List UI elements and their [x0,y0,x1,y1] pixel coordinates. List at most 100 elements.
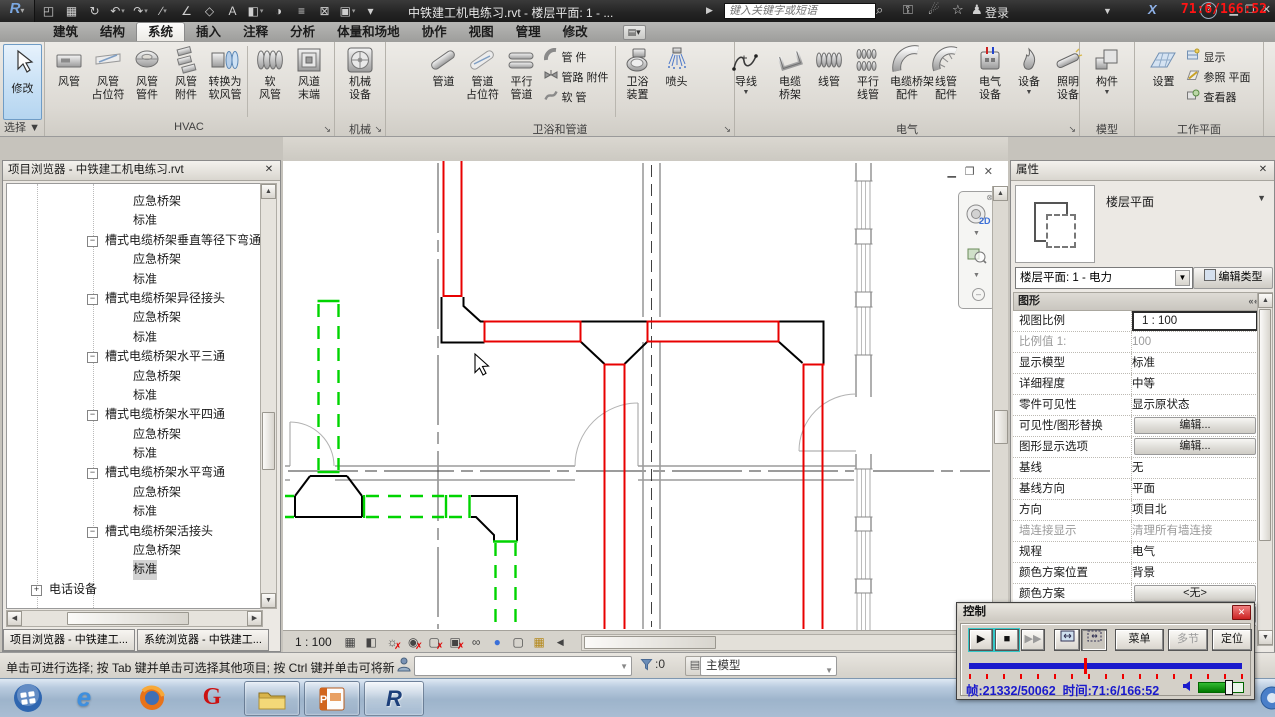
wheel-dropdown-icon[interactable]: ▼ [973,230,980,237]
tree-item[interactable]: 标准 [7,328,262,347]
windows[interactable] [854,181,873,630]
volume-slider[interactable] [1198,682,1244,693]
floor-plan-view[interactable]: ▁ ❐ ✕ ⊗ 2D ▼ ▼ – ▲ ▼ [283,161,1008,630]
property-button-图形显示选项[interactable]: 编辑... [1134,438,1256,455]
combo-arrow-icon[interactable]: ▼ [1175,270,1190,286]
switch-windows-icon[interactable]: ▣▾ [339,3,356,20]
edit-type-button[interactable]: 编辑类型 [1193,267,1273,289]
tree-expander-icon[interactable]: + [31,585,42,596]
sign-in-button[interactable]: 登录 [985,4,1009,21]
tree-item[interactable]: +电话设备 [7,580,262,599]
button-软管[interactable]: 软 管 [541,87,611,106]
view-close-button[interactable]: ✕ [984,166,993,178]
type-selector-dropdown-icon[interactable]: ▼ [1257,193,1266,203]
default-3d-view-icon[interactable]: ◧▾ [247,3,264,20]
panel-label-模型[interactable]: 模型 [1080,121,1134,135]
signin-dropdown-icon[interactable]: ▼ [1103,6,1112,16]
measure-icon[interactable]: ∕▾ [155,3,172,20]
button-风管[interactable]: 风管 [50,43,88,120]
browser-tab-0[interactable]: 项目浏览器 - 中铁建工... [3,629,135,651]
thin-lines-icon[interactable]: ≡ [293,3,310,20]
communication-center-icon[interactable]: ☄ [928,2,940,18]
button-线管配件[interactable]: 线管配件 [927,43,965,120]
redo-icon[interactable]: ↷▾ [132,3,149,20]
scroll-left-icon[interactable]: ◀ [552,634,569,651]
design-options-combo[interactable]: ▼ [414,656,632,676]
button-风道末端[interactable]: 风道末端 [290,43,328,120]
dialog-launcher-icon[interactable]: ↘ [374,124,382,135]
tree-item[interactable]: 标准 [7,444,262,463]
playback-progress-bar[interactable] [969,663,1242,669]
canvas-vertical-scrollbar[interactable]: ▲ ▼ [992,186,1008,630]
browser-tab-1[interactable]: 系统浏览器 - 中铁建工... [137,629,269,651]
tree-expander-icon[interactable]: − [87,410,98,421]
sync-with-central-icon[interactable]: ↻ [86,3,103,20]
multi-section-button[interactable]: 多节 [1168,629,1208,651]
button-风管管件[interactable]: 风管管件 [128,43,166,120]
tree-expander-icon[interactable]: − [87,236,98,247]
locate-button[interactable]: 定位 [1212,629,1252,651]
play-button[interactable]: ▶ [969,629,993,651]
button-平行管道[interactable]: 平行管道 [502,43,540,120]
text-icon[interactable]: A [224,3,241,20]
dialog-launcher-icon[interactable]: ↘ [1068,124,1076,135]
tree-item[interactable]: 应急桥架 [7,483,262,502]
tab-修改[interactable]: 修改 [552,22,599,42]
tree-expander-icon[interactable]: − [87,468,98,479]
taskbar-revit[interactable]: R [364,681,424,716]
panel-label-卫浴和管道[interactable]: 卫浴和管道 [386,121,734,135]
recorder-control-window[interactable]: 控制 ✕ ▶ ■ ▶▶ 菜单 多节 定位 帧:21332/50062 时间:71… [956,602,1255,700]
tree-expander-icon[interactable]: − [87,294,98,305]
button-软风管[interactable]: 软风管 [251,43,289,120]
view-restore-button[interactable]: ❐ [965,166,975,178]
worksharing-icon[interactable] [396,657,412,676]
tree-item[interactable]: −槽式电缆桥架异径接头 [7,289,262,308]
cable-trays-emergency[interactable] [285,301,518,629]
panel-label-电气[interactable]: 电气 [735,121,1079,135]
taskbar-start[interactable] [6,681,50,714]
tree-item[interactable]: 标准 [7,502,262,521]
section-icon[interactable]: ◑ [270,3,287,20]
tree-item[interactable]: −槽式电缆桥架活接头 [7,522,262,541]
tree-item[interactable]: 标准 [7,270,262,289]
crop-view-icon[interactable]: ▢✗ [426,634,443,651]
tree-expander-icon[interactable]: − [87,527,98,538]
control-close-button[interactable]: ✕ [1232,605,1251,620]
tab-插入[interactable]: 插入 [185,22,232,42]
user-icon[interactable]: ♟ [971,2,983,18]
button-导线[interactable]: 导线▼ [727,43,765,120]
tab-建筑[interactable]: 建筑 [42,22,89,42]
search-icon[interactable]: ⌕ [876,2,883,18]
application-menu-button[interactable]: R▾ [0,0,35,22]
dialog-launcher-icon[interactable]: ↘ [723,124,731,135]
button-平行线管[interactable]: 平行线管 [849,43,887,120]
tree-item[interactable]: 应急桥架 [7,250,262,269]
tab-分析[interactable]: 分析 [279,22,326,42]
view-scale-button[interactable]: 1 : 100 [295,635,332,649]
button-电缆桥架[interactable]: 电缆桥架 [771,43,809,120]
tab-管理[interactable]: 管理 [505,22,552,42]
taskbar-cad-viewer[interactable]: G [190,681,234,714]
button-风管附件[interactable]: 风管附件 [167,43,205,120]
tab-注释[interactable]: 注释 [232,22,279,42]
button-管道[interactable]: 管道 [424,43,462,120]
tab-系统[interactable]: 系统 [136,22,185,41]
button-喷头[interactable]: 喷头 [658,43,696,120]
tree-item[interactable]: 应急桥架 [7,425,262,444]
button-卫浴装置[interactable]: 卫浴装置 [619,43,657,120]
taskbar-firefox[interactable] [130,681,174,714]
project-browser-close-icon[interactable]: ✕ [262,163,276,177]
button-查看器[interactable]: 查看器 [1183,87,1253,106]
reveal-hidden-elements-icon[interactable]: ● [489,634,506,651]
project-browser-horizontal-scrollbar[interactable]: ◀ ▶ [6,610,263,627]
button-管件[interactable]: 管 件 [541,47,611,66]
tab-协作[interactable]: 协作 [411,22,458,42]
tag-by-category-icon[interactable]: ◇ [201,3,218,20]
active-workset-combo[interactable]: 主模型▼ [700,656,837,676]
open-icon[interactable]: ◰ [40,3,57,20]
subscription-key-icon[interactable]: ⚿ [903,2,913,18]
next-section-button[interactable]: ▶▶ [1021,629,1045,651]
show-crop-region-icon[interactable]: ▣✗ [447,634,464,651]
panel-label-HVAC[interactable]: HVAC [44,121,334,135]
dialog-launcher-icon[interactable]: ↘ [323,124,331,135]
